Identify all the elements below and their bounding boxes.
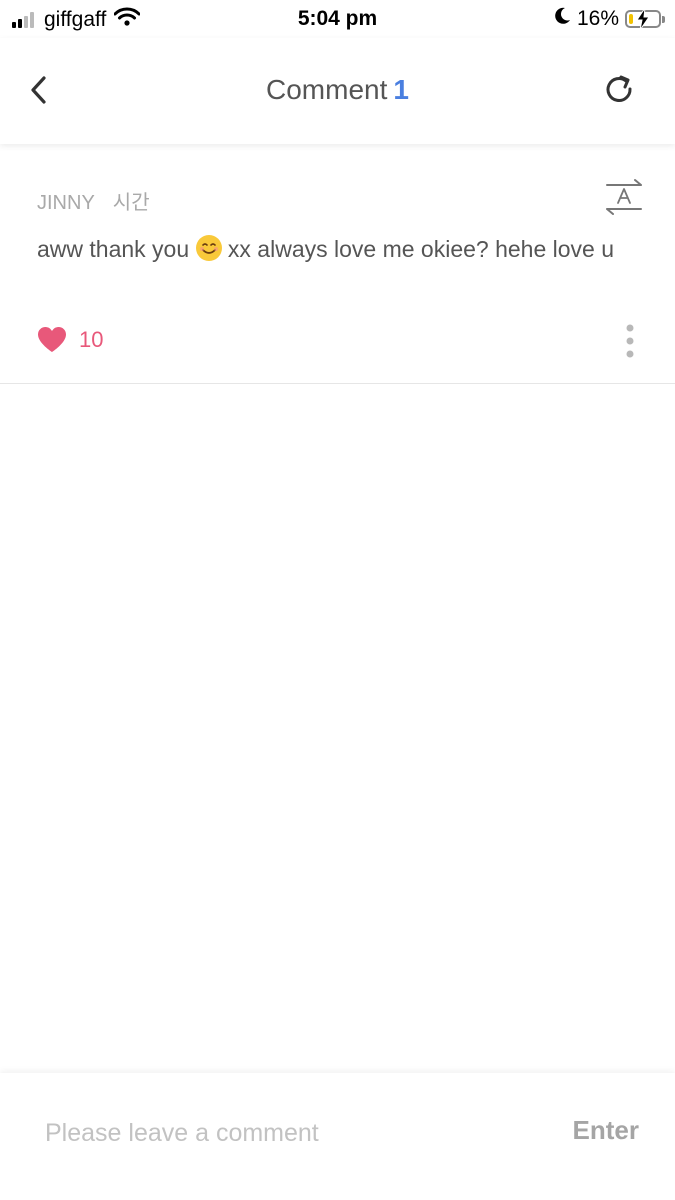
top-nav-bar: Comment 1 [0,38,675,144]
battery-nub [662,15,665,23]
comment-composer: Enter [0,1073,675,1200]
comment-screen: giffgaff 5:04 pm 16% Comment 1 JINNY 시간 … [0,0,675,1200]
battery-charging-icon [625,8,661,30]
enter-button[interactable]: Enter [573,1115,639,1146]
refresh-icon [606,75,632,102]
comment-text: aww thank you xx always love me okiee? h… [37,232,617,267]
battery-percent: 16% [576,7,619,30]
comment-text-part: xx always love me okiee? hehe love u [221,236,615,262]
comment-meta: JINNY 시간 [37,186,150,215]
smiling-face-emoji [195,235,222,261]
like-button[interactable]: 10 [37,326,103,353]
status-right: 16% [555,7,665,31]
moon-icon [555,7,571,31]
more-vertical-icon [626,324,634,358]
comment-item: JINNY 시간 aww thank you xx always love me … [0,144,675,384]
comment-text-part: aww thank you [37,236,196,262]
comment-input[interactable] [45,1113,485,1153]
more-options-button[interactable] [623,324,637,358]
translate-button[interactable] [603,176,645,218]
comment-time: 시간 [112,192,150,214]
comment-count: 1 [393,74,409,105]
refresh-button[interactable] [601,72,637,108]
translate-icon [606,179,642,215]
comment-author: JINNY [37,192,95,214]
status-bar: giffgaff 5:04 pm 16% [0,0,675,38]
page-title-text: Comment [266,74,388,105]
heart-icon [38,327,66,352]
like-count: 10 [79,326,104,352]
page-title: Comment 1 [0,74,675,106]
